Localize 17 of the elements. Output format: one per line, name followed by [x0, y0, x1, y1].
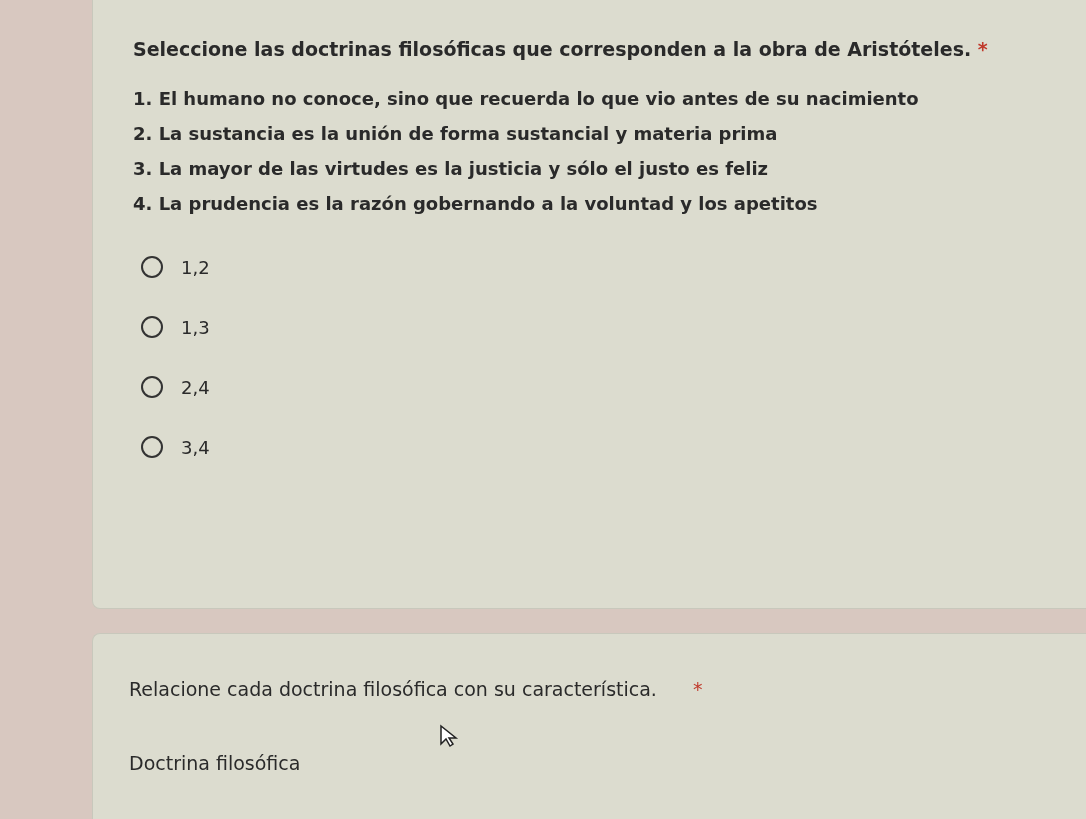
radio-button[interactable] — [141, 436, 163, 458]
radio-button[interactable] — [141, 256, 163, 278]
statement-text: 1. El humano no conoce, sino que recuerda lo que vio antes de su nacimiento — [133, 88, 920, 109]
required-mark: * — [692, 678, 703, 700]
radio-button[interactable] — [141, 376, 163, 398]
statement-text: 3. La mayor de las virtudes es la justicia y sólo el justo es feliz — [133, 158, 770, 179]
statement-text: 4. La prudencia es la razón gobernando a la voluntad y los apetitos — [133, 193, 819, 214]
subheading-text: Doctrina filosófica — [129, 752, 302, 774]
statement-text: 2. La sustancia es la unión de forma sustancial y materia prima — [133, 123, 779, 144]
question-title: Relacione cada doctrina filosófica con su característica. — [129, 678, 657, 700]
question-title: Seleccione las doctrinas filosóficas que corresponden a la obra de Aristóteles. * — [133, 38, 989, 60]
radio-option[interactable]: 1,2 — [141, 256, 1086, 278]
radio-button[interactable] — [141, 316, 163, 338]
cursor-icon — [439, 724, 459, 748]
radio-option[interactable]: 2,4 — [141, 376, 1086, 398]
radio-option[interactable]: 3,4 — [141, 436, 1086, 458]
radio-option[interactable]: 1,3 — [141, 316, 1086, 338]
